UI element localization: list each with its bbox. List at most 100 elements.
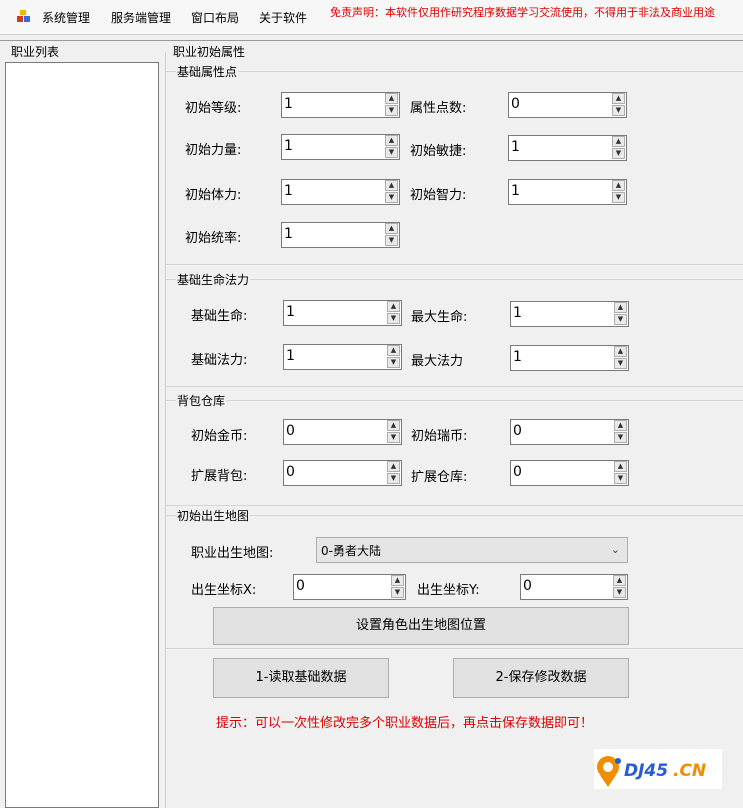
initial-stamina-value: 1 (284, 183, 293, 199)
initial-level-value: 1 (284, 96, 293, 112)
arrow-down-icon[interactable]: ▼ (385, 235, 398, 246)
attr-points-value: 0 (511, 96, 520, 112)
menu-server[interactable]: 服务端管理 (111, 9, 171, 26)
spawn-x-spinbox[interactable]: 0 ▲ ▼ (293, 574, 406, 600)
menu-system[interactable]: 系统管理 (42, 9, 90, 26)
base-mp-value: 1 (286, 348, 295, 364)
extend-bag-value: 0 (286, 464, 295, 480)
group-divider (166, 515, 743, 516)
base-hp-spinbox[interactable]: 1 ▲ ▼ (283, 300, 402, 326)
arrow-up-icon[interactable]: ▲ (385, 93, 398, 104)
base-hp-label: 基础生命: (191, 309, 248, 324)
group-divider (166, 71, 743, 72)
initial-ruibi-label: 初始瑞币: (411, 429, 468, 444)
read-data-button[interactable]: 1-读取基础数据 (213, 658, 389, 698)
arrow-up-icon[interactable]: ▲ (612, 136, 625, 147)
initial-intellect-value: 1 (511, 183, 520, 199)
arrow-up-icon[interactable]: ▲ (614, 302, 627, 313)
arrow-down-icon[interactable]: ▼ (614, 432, 627, 443)
group-divider (166, 264, 743, 265)
group-divider (166, 648, 743, 649)
logo-image: DJ45 .CN (597, 756, 706, 787)
arrow-down-icon[interactable]: ▼ (391, 587, 404, 598)
menu-layout[interactable]: 窗口布局 (191, 9, 239, 26)
arrow-down-icon[interactable]: ▼ (614, 473, 627, 484)
save-data-button[interactable]: 2-保存修改数据 (453, 658, 629, 698)
initial-agility-label: 初始敏捷: (410, 144, 467, 159)
bag-group-title: 背包仓库 (176, 392, 227, 409)
initial-stamina-spinbox[interactable]: 1 ▲ ▼ (281, 179, 400, 205)
svg-text:.CN: .CN (673, 761, 706, 781)
menu-about[interactable]: 关于软件 (259, 9, 307, 26)
arrow-down-icon[interactable]: ▼ (613, 587, 626, 598)
max-mp-value: 1 (513, 349, 522, 365)
initial-gold-spinbox[interactable]: 0 ▲ ▼ (283, 419, 402, 445)
set-spawn-button[interactable]: 设置角色出生地图位置 (213, 607, 629, 645)
arrow-down-icon[interactable]: ▼ (385, 147, 398, 158)
max-mp-label: 最大法力 (411, 354, 464, 369)
arrow-down-icon[interactable]: ▼ (612, 148, 625, 159)
arrow-down-icon[interactable]: ▼ (385, 105, 398, 116)
base-mp-spinbox[interactable]: 1 ▲ ▼ (283, 344, 402, 370)
arrow-up-icon[interactable]: ▲ (614, 420, 627, 431)
arrow-up-icon[interactable]: ▲ (387, 301, 400, 312)
arrow-down-icon[interactable]: ▼ (387, 357, 400, 368)
spawn-x-value: 0 (296, 578, 305, 594)
arrow-up-icon[interactable]: ▲ (612, 180, 625, 191)
initial-level-spinbox[interactable]: 1 ▲ ▼ (281, 92, 400, 118)
group-divider (166, 400, 743, 401)
arrow-down-icon[interactable]: ▼ (385, 192, 398, 203)
panel-divider (165, 52, 166, 808)
initial-gold-label: 初始金币: (191, 429, 248, 444)
max-hp-spinbox[interactable]: 1 ▲ ▼ (510, 301, 629, 327)
group-divider (166, 505, 743, 506)
spawn-y-label: 出生坐标Y: (417, 583, 480, 598)
spawn-y-spinbox[interactable]: 0 ▲ ▼ (520, 574, 628, 600)
arrow-up-icon[interactable]: ▲ (614, 461, 627, 472)
initial-strength-value: 1 (284, 138, 293, 154)
initial-agility-spinbox[interactable]: 1 ▲ ▼ (508, 135, 627, 161)
arrow-up-icon[interactable]: ▲ (387, 345, 400, 356)
base-hp-value: 1 (286, 304, 295, 320)
initial-command-label: 初始统率: (185, 231, 242, 246)
spawn-map-select[interactable]: 0-勇者大陆 ⌄ (316, 537, 628, 563)
arrow-down-icon[interactable]: ▼ (387, 313, 400, 324)
max-hp-label: 最大生命: (411, 310, 468, 325)
max-mp-spinbox[interactable]: 1 ▲ ▼ (510, 345, 629, 371)
arrow-down-icon[interactable]: ▼ (614, 314, 627, 325)
arrow-down-icon[interactable]: ▼ (387, 432, 400, 443)
arrow-up-icon[interactable]: ▲ (387, 420, 400, 431)
spawn-map-value: 0-勇者大陆 (321, 544, 381, 558)
arrow-down-icon[interactable]: ▼ (612, 192, 625, 203)
max-hp-value: 1 (513, 305, 522, 321)
arrow-up-icon[interactable]: ▲ (612, 93, 625, 104)
extend-bag-label: 扩展背包: (191, 469, 248, 484)
initial-strength-spinbox[interactable]: 1 ▲ ▼ (281, 134, 400, 160)
attr-points-spinbox[interactable]: 0 ▲ ▼ (508, 92, 627, 118)
job-listbox[interactable] (5, 62, 159, 808)
initial-agility-value: 1 (511, 139, 520, 155)
initial-strength-label: 初始力量: (185, 143, 242, 158)
initial-level-label: 初始等级: (185, 101, 242, 116)
initial-command-spinbox[interactable]: 1 ▲ ▼ (281, 222, 400, 248)
arrow-up-icon[interactable]: ▲ (613, 575, 626, 586)
arrow-down-icon[interactable]: ▼ (612, 105, 625, 116)
job-list-title: 职业列表 (10, 43, 61, 60)
initial-ruibi-spinbox[interactable]: 0 ▲ ▼ (510, 419, 629, 445)
chevron-down-icon[interactable]: ⌄ (611, 543, 620, 556)
arrow-up-icon[interactable]: ▲ (385, 223, 398, 234)
arrow-up-icon[interactable]: ▲ (614, 346, 627, 357)
arrow-up-icon[interactable]: ▲ (387, 461, 400, 472)
arrow-up-icon[interactable]: ▲ (391, 575, 404, 586)
spawn-y-value: 0 (523, 578, 532, 594)
arrow-down-icon[interactable]: ▼ (614, 358, 627, 369)
arrow-up-icon[interactable]: ▲ (385, 180, 398, 191)
spawn-group-title: 初始出生地图 (176, 507, 251, 524)
arrow-down-icon[interactable]: ▼ (387, 473, 400, 484)
arrow-up-icon[interactable]: ▲ (385, 135, 398, 146)
initial-intellect-spinbox[interactable]: 1 ▲ ▼ (508, 179, 627, 205)
extend-bag-spinbox[interactable]: 0 ▲ ▼ (283, 460, 402, 486)
extend-warehouse-spinbox[interactable]: 0 ▲ ▼ (510, 460, 629, 486)
extend-warehouse-value: 0 (513, 464, 522, 480)
initial-stamina-label: 初始体力: (185, 188, 242, 203)
